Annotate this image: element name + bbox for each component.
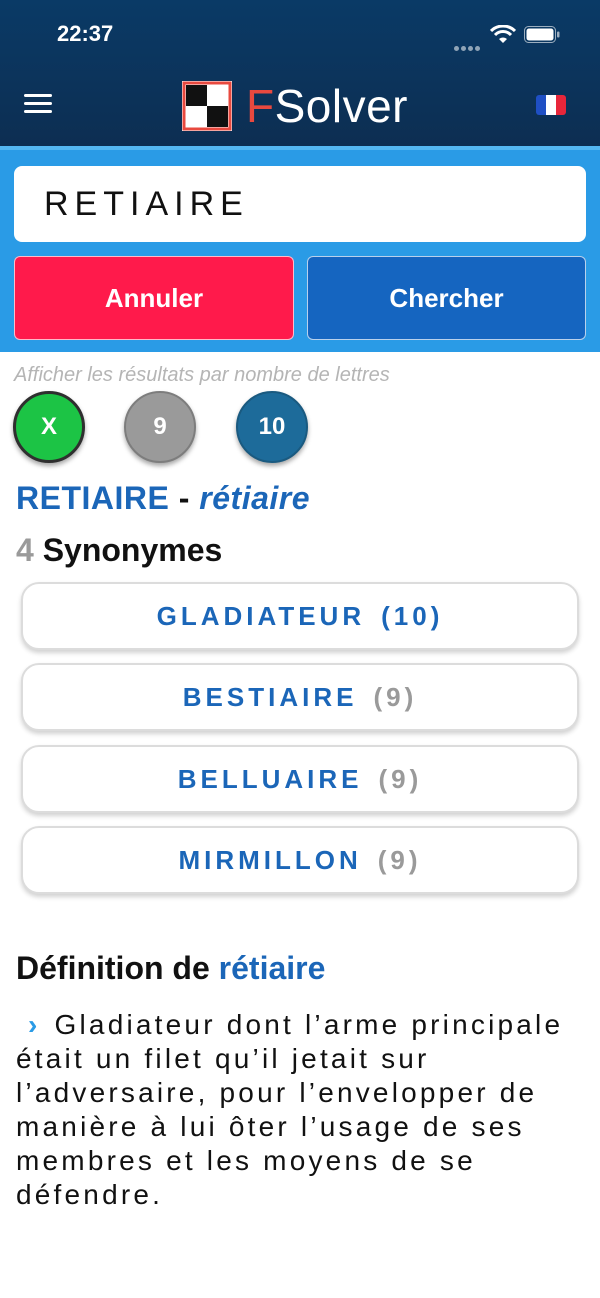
app-brand: FSolver [246, 80, 408, 132]
synonym-button[interactable]: BELLUAIRE (9) [21, 745, 579, 813]
cellular-signal-icon [454, 38, 484, 51]
synonym-length: (9) [373, 681, 418, 712]
battery-icon [524, 26, 560, 43]
definition-title: Définition de rétiaire [16, 950, 325, 987]
synonym-button[interactable]: MIRMILLON (9) [21, 826, 579, 894]
definition-title-word: rétiaire [218, 950, 326, 986]
filter-label: Afficher les résultats par nombre de let… [14, 364, 390, 386]
result-word-accented: rétiaire [199, 480, 311, 516]
app-screen: 22:37 FSolver Annuler Chercher Afficher [0, 0, 600, 1298]
search-input[interactable] [14, 166, 586, 242]
filter-all-button[interactable]: X [13, 391, 85, 463]
synonym-word: MIRMILLON [178, 844, 362, 875]
definition-text-block: › Gladiateur dont l’arme principale était… [16, 1008, 586, 1212]
status-time: 22:37 [57, 21, 114, 46]
brand-initial: F [246, 80, 275, 132]
definition-text: Gladiateur dont l’arme principale était … [16, 1009, 564, 1210]
synonym-word: BESTIAIRE [182, 681, 358, 712]
result-word: RETIAIRE [16, 480, 170, 516]
wifi-icon [490, 25, 516, 43]
synonym-length: (9) [377, 844, 422, 875]
result-word-title: RETIAIRE - rétiaire [16, 480, 310, 517]
filter-10-letters-button[interactable]: 10 [236, 391, 308, 463]
synonym-word: GLADIATEUR [156, 600, 366, 631]
filter-9-letters-button[interactable]: 9 [124, 391, 196, 463]
brand-name: Solver [274, 80, 408, 132]
search-panel: Annuler Chercher [0, 146, 600, 352]
synonym-button[interactable]: BESTIAIRE (9) [21, 663, 579, 731]
synonym-length: (10) [381, 600, 444, 631]
definition-title-prefix: Définition de [16, 950, 219, 986]
app-header: 22:37 FSolver [0, 0, 600, 146]
synonym-count-number: 4 [16, 532, 34, 568]
search-button[interactable]: Chercher [307, 256, 586, 340]
synonym-button[interactable]: GLADIATEUR (10) [21, 582, 579, 650]
synonym-count: 4 Synonymes [16, 532, 222, 569]
synonym-count-label: Synonymes [33, 532, 223, 568]
hamburger-menu-icon[interactable] [24, 94, 54, 118]
checkerboard-logo-icon [182, 81, 232, 131]
synonym-length: (9) [378, 763, 423, 794]
cancel-button[interactable]: Annuler [14, 256, 294, 340]
result-separator: - [169, 480, 200, 516]
synonym-word: BELLUAIRE [177, 763, 363, 794]
chevron-right-icon: › [28, 1009, 41, 1040]
french-flag-icon[interactable] [536, 95, 566, 115]
